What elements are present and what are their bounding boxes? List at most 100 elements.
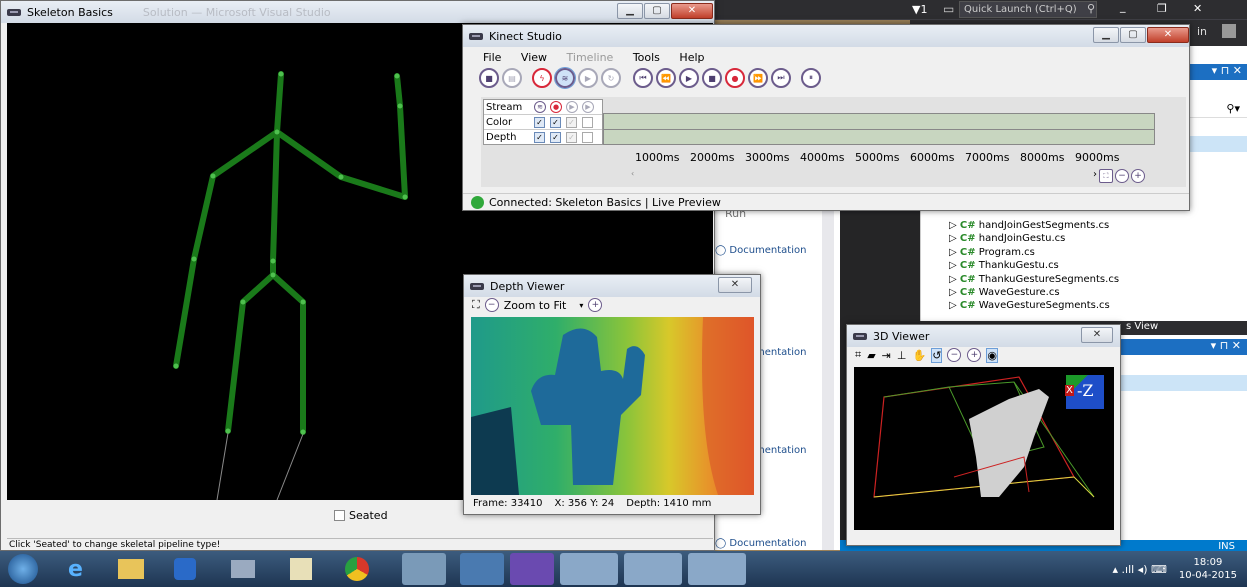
pan-icon[interactable]: ✋ [912,349,926,362]
play-col-icon[interactable]: ▶ [566,101,578,113]
close-icon[interactable]: ✕ [1193,2,1202,15]
zoom-out-icon[interactable]: − [484,298,499,312]
color-play-check[interactable]: ✓ [566,116,577,128]
color-view-check[interactable] [582,116,593,128]
explorer-icon[interactable] [117,559,144,579]
stop-icon[interactable]: ■ [702,68,722,88]
media-player-icon[interactable] [173,558,196,580]
maximize-button[interactable]: ▢ [1120,27,1146,43]
select-icon[interactable]: ⌗ [855,348,861,362]
maximize-button[interactable]: ▢ [644,3,670,19]
file-item[interactable]: ▷ C# handJoinGestSegments.cs [949,219,1119,232]
skeleton-titlebar[interactable]: Skeleton Basics Solution — Microsoft Vis… [1,1,714,23]
se-header-controls[interactable]: ▾ ⊓ ✕ [1212,64,1242,77]
zoom-dropdown-icon[interactable]: ▾ [579,301,583,310]
depth-record-check[interactable]: ✓ [550,131,561,143]
close-button[interactable]: ✕ [671,3,713,19]
documentation-link-1[interactable]: ◯ Documentation [715,245,806,256]
notes-icon[interactable] [289,558,312,580]
skeleton-basics-task[interactable] [559,553,618,585]
chrome-icon[interactable] [344,557,369,581]
system-tray-icons[interactable]: ▴ .ıll ◂) ⌨ [1113,563,1167,576]
arrow-in-icon[interactable]: ⇥ [882,349,891,362]
timeline-track[interactable] [603,113,1155,145]
connect-icon[interactable]: ■ [479,68,499,88]
user-name-partial[interactable]: in [1197,25,1207,38]
zoom-select[interactable]: Zoom to Fit [504,299,567,312]
timeline-scrollbar[interactable]: ‹ [631,169,1101,179]
menu-help[interactable]: Help [679,51,704,64]
depth-image[interactable] [471,317,754,495]
file-item[interactable]: ▷ C# handJoinGestu.cs [949,232,1119,245]
step-back-icon[interactable]: ⏪ [656,68,676,88]
quick-launch-input[interactable]: Quick Launch (Ctrl+Q) [959,1,1097,18]
scroll-right-icon[interactable]: › [1093,169,1097,183]
menu-tools[interactable]: Tools [633,51,660,64]
step-forward-icon[interactable]: ⏩ [748,68,768,88]
file-item[interactable]: ▷ C# Program.cs [949,246,1119,259]
ie-icon[interactable]: e [68,557,83,582]
menu-file[interactable]: File [483,51,501,64]
kinect-studio-task[interactable] [623,553,682,585]
record-col-icon[interactable]: ● [550,101,562,113]
minimize-button[interactable]: ▁ [617,3,643,19]
refresh-icon[interactable]: ↻ [601,68,621,88]
view-mode-icon[interactable]: ◉ [986,347,998,363]
disconnect-icon[interactable]: ϟ [532,68,552,88]
camera-icon[interactable]: ▰ [867,349,875,362]
depth-view-check[interactable] [582,131,593,143]
3d-titlebar[interactable]: 3D Viewer ✕ [847,325,1120,347]
properties-controls[interactable]: ▾ ⊓ ✕ [1211,339,1241,352]
notification-badge[interactable]: ▼1 [912,3,927,16]
file-item[interactable]: ▷ C# WaveGestureSegments.cs [949,299,1119,312]
color-stream-check[interactable]: ✓ [534,116,545,128]
search-icon[interactable]: ⚲ [1087,2,1095,15]
seated-checkbox[interactable]: Seated [334,509,388,522]
restore-icon[interactable]: ❐ [1157,2,1167,15]
depth-titlebar[interactable]: Depth Viewer ✕ [464,275,760,297]
3d-canvas[interactable]: X -Z [854,367,1114,530]
zoom-in-icon[interactable]: + [588,298,603,312]
pause-icon[interactable]: ⏸ [801,68,821,88]
seated-check-box[interactable] [334,510,345,521]
close-button[interactable]: ✕ [718,277,752,293]
user-avatar-icon[interactable] [1222,24,1236,38]
record-icon[interactable]: ● [725,68,745,88]
documentation-link-4[interactable]: ◯ Documentation [715,538,806,549]
stream-icon[interactable]: ≋ [554,67,576,89]
depth-play-check[interactable]: ✓ [566,131,577,143]
zoom-in-icon[interactable]: + [1131,169,1145,183]
skip-start-icon[interactable]: ⏮ [633,68,653,88]
menu-timeline[interactable]: Timeline [567,51,614,64]
depth-stream-check[interactable]: ✓ [534,131,545,143]
file-item[interactable]: ▷ C# WaveGesture.cs [949,286,1119,299]
view-col-icon[interactable]: ▶ [582,101,594,113]
save-icon[interactable]: ▤ [502,68,522,88]
menu-view[interactable]: View [521,51,547,64]
skip-end-icon[interactable]: ⏭ [771,68,791,88]
fit-icon[interactable]: ⛶ [472,298,480,312]
play-icon[interactable]: ▶ [679,68,699,88]
start-button[interactable] [8,554,38,584]
kinect-viewer-task[interactable] [687,553,746,585]
zoom-in-icon[interactable]: + [967,348,982,362]
class-view-tab[interactable]: s View [1126,321,1158,332]
stream-col-icon[interactable]: ≋ [534,101,546,113]
color-record-check[interactable]: ✓ [550,116,561,128]
file-item[interactable]: ▷ C# ThankuGestu.cs [949,259,1119,272]
axis-cube[interactable]: X -Z [1065,375,1104,409]
minimize-button[interactable]: ▁ [1093,27,1119,43]
panel-scrollbar[interactable] [822,195,834,550]
kinect-sdk-icon[interactable] [230,560,255,578]
zoom-out-icon[interactable]: − [947,348,962,362]
folder-icon[interactable] [401,553,446,585]
zoom-out-icon[interactable]: − [1115,169,1129,183]
skype-icon[interactable] [459,553,504,585]
zoom-fit-icon[interactable]: ⛶ [1099,169,1113,183]
close-button[interactable]: ✕ [1081,327,1113,343]
floor-icon[interactable]: ⊥ [897,349,907,362]
minimize-icon[interactable]: _ [1120,0,1126,13]
rotate-icon[interactable]: ↺ [931,347,943,363]
visual-studio-icon[interactable] [509,553,554,585]
file-item[interactable]: ▷ C# ThankuGestureSegments.cs [949,273,1119,286]
